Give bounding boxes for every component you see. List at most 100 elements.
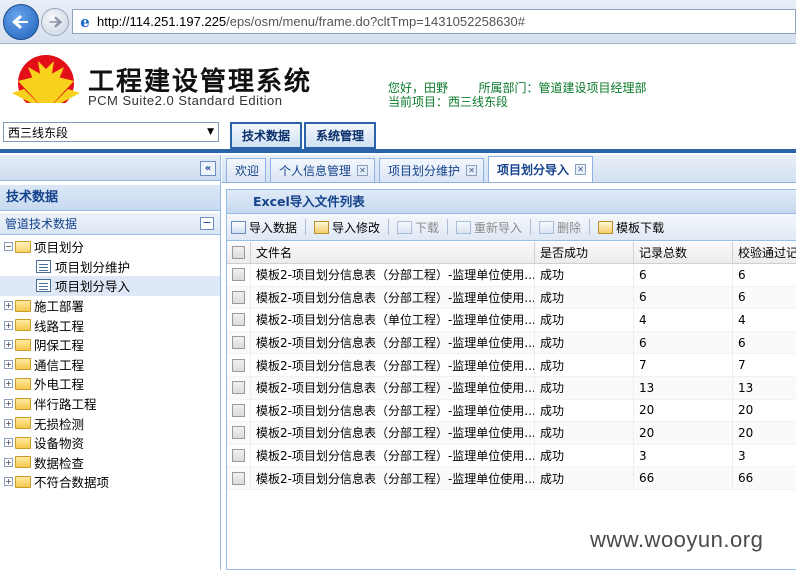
tab-item[interactable]: 项目划分导入 ✕ bbox=[488, 156, 594, 182]
row-checkbox[interactable] bbox=[232, 336, 245, 350]
row-select-cell[interactable] bbox=[227, 286, 251, 309]
cell-total: 4 bbox=[634, 309, 733, 331]
tree-toggle-icon[interactable]: + bbox=[4, 340, 13, 350]
project-select[interactable]: 西三线东段 ▼ bbox=[3, 122, 219, 142]
tree-toggle-icon[interactable]: + bbox=[4, 477, 13, 487]
cell-total: 6 bbox=[634, 264, 733, 286]
toolbar-button[interactable]: 导入数据 bbox=[231, 219, 297, 236]
cell-success: 成功 bbox=[535, 376, 634, 399]
tab-item[interactable]: 欢迎 bbox=[226, 158, 267, 182]
tree-item-label: 设备物资 bbox=[34, 436, 85, 452]
row-select-cell[interactable] bbox=[227, 467, 251, 489]
tree-item[interactable]: 项目划分导入 bbox=[0, 276, 220, 296]
tree-item[interactable]: + 设备物资 bbox=[0, 433, 220, 453]
cell-total: 7 bbox=[634, 354, 733, 376]
col-header-filename[interactable]: 文件名 bbox=[251, 242, 535, 263]
toolbar-button: 下载 bbox=[397, 219, 439, 236]
forward-button[interactable] bbox=[41, 8, 69, 36]
row-select-cell[interactable] bbox=[227, 376, 251, 399]
toolbar-separator bbox=[530, 219, 532, 235]
panel-collapse-icon[interactable]: − bbox=[200, 217, 214, 230]
toolbar-button[interactable]: 模板下载 bbox=[598, 219, 664, 236]
col-header-success[interactable]: 是否成功 bbox=[535, 242, 634, 263]
toolbar-button: 重新导入 bbox=[456, 219, 522, 236]
nav-tab-tech-data[interactable]: 技术数据 bbox=[230, 122, 303, 149]
tree-item[interactable]: 项目划分维护 bbox=[0, 257, 220, 277]
row-checkbox[interactable] bbox=[232, 268, 245, 282]
toolbar-separator bbox=[447, 219, 449, 235]
row-checkbox[interactable] bbox=[232, 381, 245, 395]
tab-item[interactable]: 个人信息管理 ✕ bbox=[270, 158, 376, 182]
tab-bar: 欢迎 个人信息管理 ✕ 项目划分维护 ✕ 项目划分导入 ✕ bbox=[222, 155, 796, 183]
nav-tab-system-admin[interactable]: 系统管理 bbox=[304, 122, 377, 149]
back-button[interactable] bbox=[3, 4, 39, 40]
tree-item[interactable]: + 通信工程 bbox=[0, 355, 220, 375]
tree-toggle-icon[interactable]: + bbox=[4, 457, 13, 467]
table-row[interactable]: 模板2-项目划分信息表（分部工程）-监理单位使用... 成功 6 6 bbox=[227, 286, 796, 310]
table-row[interactable]: 模板2-项目划分信息表（分部工程）-监理单位使用... 成功 3 3 bbox=[227, 444, 796, 468]
cell-total: 66 bbox=[634, 467, 733, 489]
row-checkbox[interactable] bbox=[232, 358, 245, 372]
tree-toggle-icon[interactable]: + bbox=[4, 399, 13, 409]
table-row[interactable]: 模板2-项目划分信息表（分部工程）-监理单位使用... 成功 20 20 bbox=[227, 399, 796, 423]
import-list-panel: Excel导入文件列表 导入数据 导入修改 下载 重新导入 删除 模板下载 文件名 是否成… bbox=[226, 189, 796, 570]
table-row[interactable]: 模板2-项目划分信息表（分部工程）-监理单位使用... 成功 6 6 bbox=[227, 331, 796, 355]
toolbar-button-label: 导入修改 bbox=[332, 220, 381, 235]
edit-import-icon bbox=[314, 220, 330, 234]
row-select-cell[interactable] bbox=[227, 331, 251, 354]
row-select-cell[interactable] bbox=[227, 309, 251, 331]
toolbar-button[interactable]: 导入修改 bbox=[314, 219, 380, 236]
col-header-passed[interactable]: 校验通过记 bbox=[733, 242, 796, 263]
project-value: 西三线东段 bbox=[448, 95, 509, 109]
tree-item[interactable]: + 外电工程 bbox=[0, 374, 220, 394]
tree-panel-header[interactable]: 管道技术数据 − bbox=[0, 213, 220, 235]
sidebar-collapse-button[interactable]: « bbox=[200, 161, 216, 176]
tree-toggle-icon[interactable]: − bbox=[4, 242, 13, 252]
tree-item[interactable]: − 项目划分 bbox=[0, 237, 220, 257]
row-select-cell[interactable] bbox=[227, 264, 251, 286]
row-checkbox[interactable] bbox=[232, 290, 245, 304]
row-select-cell[interactable] bbox=[227, 422, 251, 444]
table-row[interactable]: 模板2-项目划分信息表（单位工程）-监理单位使用... 成功 4 4 bbox=[227, 309, 796, 332]
close-icon[interactable]: ✕ bbox=[466, 165, 478, 176]
tree-toggle-icon[interactable]: + bbox=[4, 438, 13, 448]
tree-item[interactable]: + 阴保工程 bbox=[0, 335, 220, 355]
row-checkbox[interactable] bbox=[232, 403, 245, 417]
cell-filename: 模板2-项目划分信息表（分部工程）-监理单位使用... bbox=[251, 399, 535, 422]
tree-item[interactable]: + 不符合数据项 bbox=[0, 472, 220, 492]
tab-label: 项目划分维护 bbox=[388, 164, 461, 178]
select-all-cell[interactable] bbox=[227, 242, 251, 263]
tree-toggle-icon[interactable]: + bbox=[4, 301, 13, 311]
tree-item[interactable]: + 施工部署 bbox=[0, 296, 220, 316]
row-checkbox[interactable] bbox=[232, 449, 245, 463]
tree-item[interactable]: + 线路工程 bbox=[0, 315, 220, 335]
table-row[interactable]: 模板2-项目划分信息表（分部工程）-监理单位使用... 成功 13 13 bbox=[227, 376, 796, 400]
table-row[interactable]: 模板2-项目划分信息表（分部工程）-监理单位使用... 成功 20 20 bbox=[227, 422, 796, 445]
table-row[interactable]: 模板2-项目划分信息表（分部工程）-监理单位使用... 成功 6 6 bbox=[227, 264, 796, 287]
tree-item[interactable]: + 伴行路工程 bbox=[0, 394, 220, 414]
col-header-total[interactable]: 记录总数 bbox=[634, 242, 733, 263]
close-icon[interactable]: ✕ bbox=[575, 164, 587, 175]
cell-filename: 模板2-项目划分信息表（分部工程）-监理单位使用... bbox=[251, 264, 535, 286]
row-select-cell[interactable] bbox=[227, 444, 251, 467]
tree-toggle-icon[interactable]: + bbox=[4, 320, 13, 330]
tab-label: 个人信息管理 bbox=[279, 164, 352, 178]
row-select-cell[interactable] bbox=[227, 399, 251, 422]
tree-item[interactable]: + 无损检测 bbox=[0, 413, 220, 433]
tree-toggle-icon[interactable]: + bbox=[4, 379, 13, 389]
cell-filename: 模板2-项目划分信息表（分部工程）-监理单位使用... bbox=[251, 444, 535, 467]
row-checkbox[interactable] bbox=[232, 313, 245, 327]
tree-toggle-icon[interactable]: + bbox=[4, 418, 13, 428]
tree-item[interactable]: + 数据检查 bbox=[0, 453, 220, 473]
tree-toggle-icon[interactable]: + bbox=[4, 359, 13, 369]
tab-item[interactable]: 项目划分维护 ✕ bbox=[379, 158, 485, 182]
table-row[interactable]: 模板2-项目划分信息表（分部工程）-监理单位使用... 成功 7 7 bbox=[227, 354, 796, 377]
row-checkbox[interactable] bbox=[232, 471, 245, 485]
row-select-cell[interactable] bbox=[227, 354, 251, 376]
table-row[interactable]: 模板2-项目划分信息表（分部工程）-监理单位使用... 成功 66 66 bbox=[227, 467, 796, 490]
address-bar[interactable]: e http://114.251.197.225/eps/osm/menu/fr… bbox=[72, 9, 796, 34]
close-icon[interactable]: ✕ bbox=[357, 165, 369, 176]
row-checkbox[interactable] bbox=[232, 426, 245, 440]
select-all-checkbox[interactable] bbox=[232, 246, 245, 259]
user-greeting: 您好，田野 bbox=[388, 81, 449, 95]
